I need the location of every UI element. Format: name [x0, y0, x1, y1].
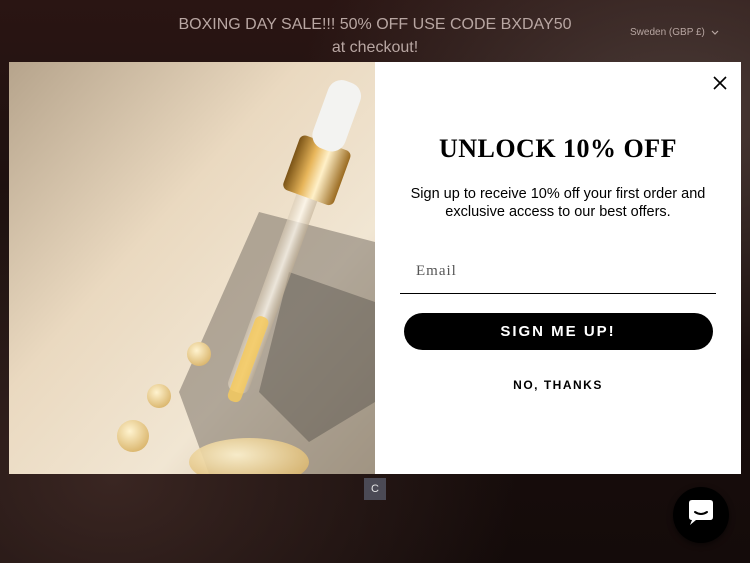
sign-me-up-button[interactable]: SIGN ME UP!	[403, 313, 713, 350]
chat-bubble-icon	[686, 499, 716, 532]
email-field[interactable]	[400, 250, 716, 294]
popup-subtext: Sign up to receive 10% off your first or…	[410, 186, 706, 220]
popup-content: UNLOCK 10% OFF Sign up to receive 10% of…	[375, 62, 741, 474]
signup-popup: UNLOCK 10% OFF Sign up to receive 10% of…	[9, 62, 741, 474]
close-icon[interactable]	[712, 75, 728, 91]
no-thanks-button[interactable]: NO, THANKS	[513, 378, 603, 392]
background-button[interactable]: C	[364, 478, 386, 500]
chat-button[interactable]	[673, 487, 729, 543]
background-button-label: C	[371, 483, 379, 495]
currency-selector[interactable]: Sweden (GBP £)	[630, 27, 719, 38]
announcement-text-line2: at checkout!	[331, 39, 419, 56]
popup-headline: UNLOCK 10% OFF	[438, 134, 678, 163]
chevron-down-icon	[711, 28, 719, 38]
currency-label: Sweden (GBP £)	[630, 27, 705, 38]
product-image	[9, 62, 375, 474]
